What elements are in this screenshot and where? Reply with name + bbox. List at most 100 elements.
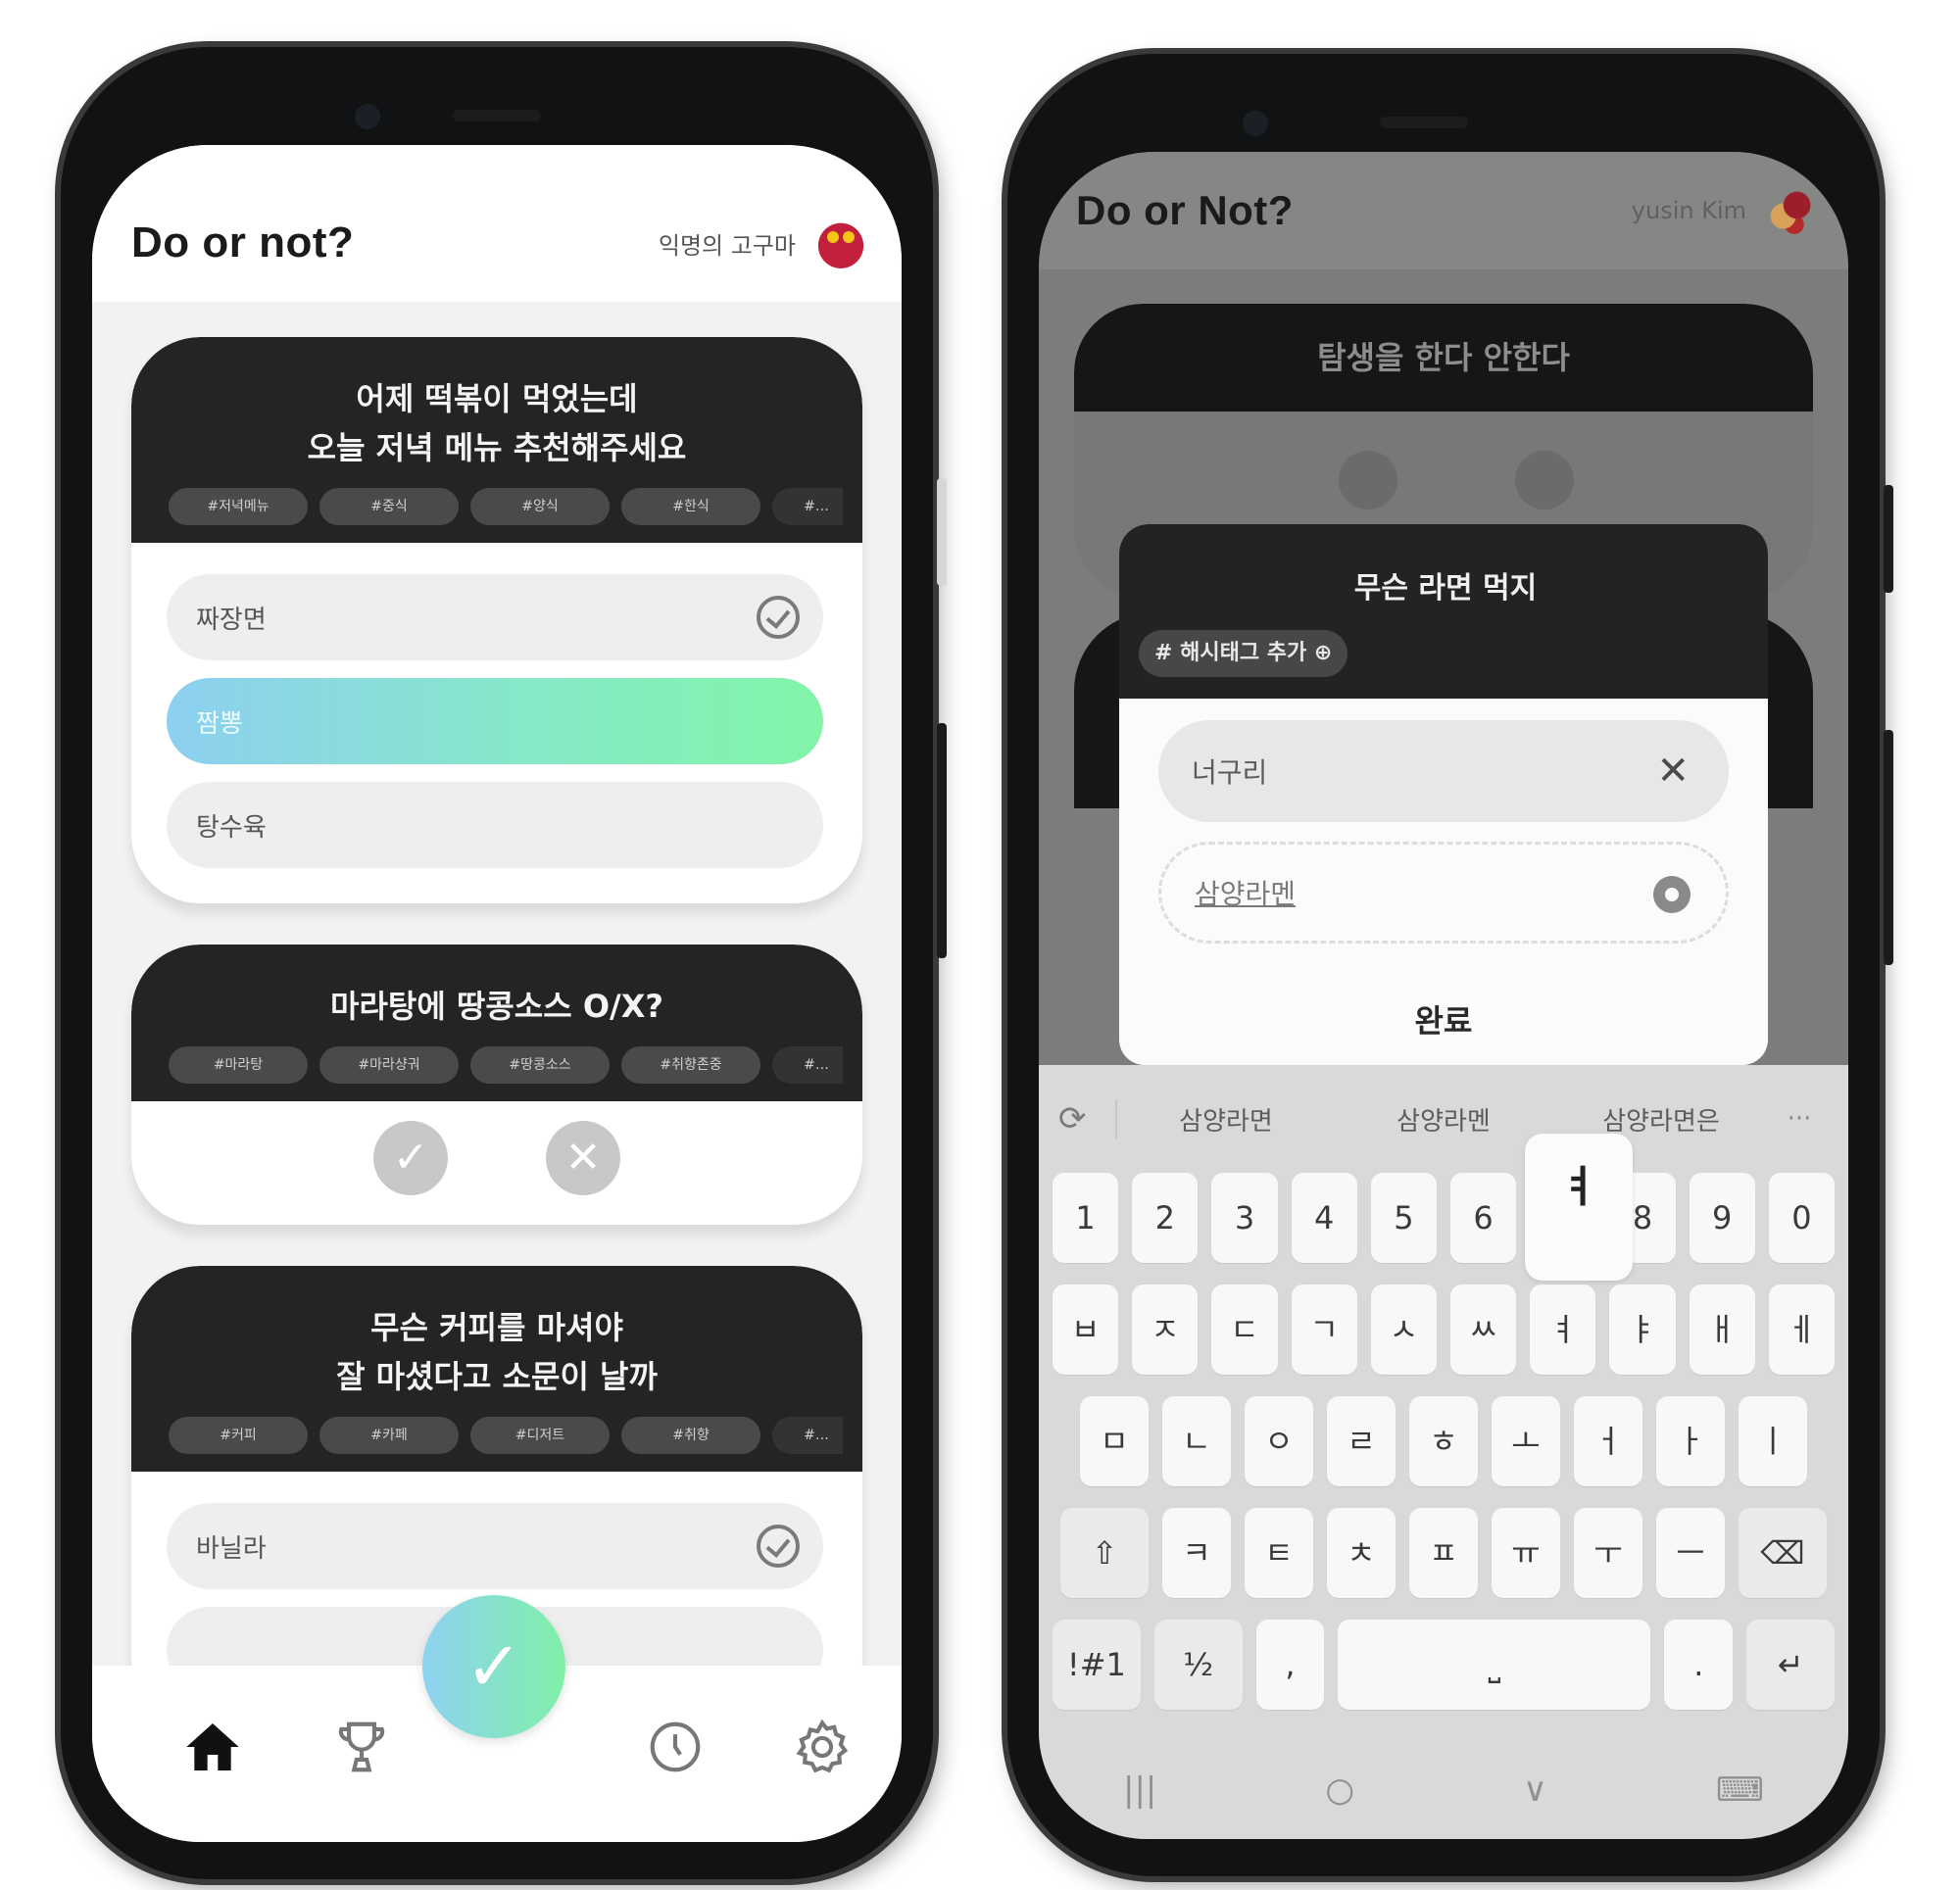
- keyboard-key[interactable]: 9: [1689, 1173, 1755, 1263]
- option-label: 짜장면: [196, 605, 267, 635]
- hashtag-chip[interactable]: #저녁메뉴: [169, 488, 308, 525]
- keyboard-key[interactable]: ㅂ: [1052, 1284, 1119, 1375]
- suggestion[interactable]: 삼양라멘: [1335, 1101, 1552, 1138]
- keyboard-key[interactable]: ㅊ: [1327, 1508, 1396, 1598]
- right-phone-frame: Do or Not? yusin Kim 탐생을 한다 안한다 무슨 라면 먹지…: [1007, 54, 1893, 1876]
- backspace-key[interactable]: ⌫: [1739, 1508, 1827, 1598]
- keyboard-key[interactable]: ㅗ: [1492, 1396, 1560, 1486]
- keyboard-key[interactable]: ㅅ: [1370, 1284, 1437, 1375]
- vote-yes-button[interactable]: ✓: [373, 1121, 448, 1195]
- nav-home[interactable]: [178, 1713, 247, 1781]
- nav-settings[interactable]: [788, 1713, 857, 1781]
- vote-option-selected[interactable]: 짬뽕: [167, 678, 823, 764]
- keyboard-key[interactable]: ㅈ: [1132, 1284, 1199, 1375]
- hashtag-chip[interactable]: #커피: [169, 1417, 308, 1454]
- keyboard-key[interactable]: .: [1664, 1620, 1734, 1710]
- back-chevron-icon[interactable]: ∨: [1523, 1770, 1547, 1810]
- keyboard-key[interactable]: ㅓ: [1574, 1396, 1642, 1486]
- recents-icon[interactable]: |||: [1123, 1770, 1156, 1810]
- hashtag-list[interactable]: #저녁메뉴 #중식 #양식 #한식 #…: [169, 488, 843, 525]
- user-name: 익명의 고구마: [658, 231, 796, 260]
- vote-feed[interactable]: 어제 떡볶이 먹었는데 오늘 저녁 메뉴 추천해주세요 #저녁메뉴 #중식 #양…: [92, 302, 902, 1685]
- vote-no-button[interactable]: ✕: [546, 1121, 620, 1195]
- keyboard-key[interactable]: ㅠ: [1492, 1508, 1560, 1598]
- front-camera: [1243, 111, 1268, 136]
- hashtag-chip[interactable]: #마라샹궈: [319, 1046, 459, 1084]
- hashtag-chip[interactable]: #…: [772, 488, 843, 525]
- option-input[interactable]: 너구리 ✕: [1158, 720, 1729, 822]
- user-profile: yusin Kim: [1632, 183, 1819, 238]
- refresh-icon[interactable]: ⟳: [1058, 1099, 1117, 1139]
- keyboard-key[interactable]: 5: [1370, 1173, 1437, 1263]
- gear-icon: [796, 1719, 849, 1773]
- create-vote-button[interactable]: ✓: [422, 1595, 565, 1738]
- keyboard-key[interactable]: ½: [1153, 1620, 1243, 1710]
- shift-key[interactable]: ⇧: [1060, 1508, 1149, 1598]
- more-icon[interactable]: ···: [1770, 1104, 1829, 1134]
- add-hashtag-button[interactable]: # 해시태그 추가 ⊕: [1139, 630, 1348, 677]
- suggestion[interactable]: 삼양라면은: [1552, 1101, 1770, 1138]
- keyboard-key[interactable]: ㅑ: [1609, 1284, 1676, 1375]
- keyboard-key[interactable]: ㅆ: [1450, 1284, 1517, 1375]
- keyboard-key[interactable]: ㅏ: [1656, 1396, 1725, 1486]
- hashtag-chip[interactable]: #땅콩소스: [470, 1046, 610, 1084]
- keyboard-key[interactable]: 4: [1291, 1173, 1357, 1263]
- hashtag-list[interactable]: #마라탕 #마라샹궈 #땅콩소스 #취향존중 #…: [169, 1046, 843, 1084]
- hashtag-chip[interactable]: #중식: [319, 488, 459, 525]
- hashtag-chip[interactable]: #디저트: [470, 1417, 610, 1454]
- keyboard-key[interactable]: 3: [1211, 1173, 1278, 1263]
- keyboard-key[interactable]: ㄷ: [1211, 1284, 1278, 1375]
- keyboard-key[interactable]: ㅔ: [1768, 1284, 1836, 1375]
- keyboard-key[interactable]: ㅜ: [1574, 1508, 1642, 1598]
- keyboard-key[interactable]: ㄹ: [1327, 1396, 1396, 1486]
- hashtag-chip[interactable]: #…: [772, 1046, 843, 1084]
- keyboard-key[interactable]: 1: [1052, 1173, 1119, 1263]
- card-question: 탐생을 한다 안한다: [1074, 304, 1813, 412]
- keyboard-icon[interactable]: ⌨: [1716, 1770, 1764, 1810]
- keyboard-row: ㅁㄴㅇㄹㅎㅗㅓㅏㅣ: [1053, 1396, 1835, 1486]
- suggestion[interactable]: 삼양라면: [1117, 1101, 1335, 1138]
- hashtag-chip[interactable]: #한식: [621, 488, 760, 525]
- home-circle-icon[interactable]: ○: [1325, 1770, 1354, 1810]
- hashtag-chip[interactable]: #취향: [621, 1417, 760, 1454]
- remove-option-icon[interactable]: ✕: [1656, 748, 1690, 795]
- hashtag-chip[interactable]: #양식: [470, 488, 610, 525]
- keyboard-key[interactable]: 6: [1450, 1173, 1517, 1263]
- done-button[interactable]: 완료: [1119, 996, 1768, 1042]
- keyboard-key[interactable]: ㅁ: [1080, 1396, 1149, 1486]
- keyboard-key[interactable]: ㅐ: [1689, 1284, 1755, 1375]
- keyboard-key[interactable]: ㅎ: [1409, 1396, 1478, 1486]
- keyboard-key[interactable]: !#1: [1053, 1620, 1141, 1710]
- avatar[interactable]: [813, 216, 868, 270]
- keyboard-key[interactable]: ㅌ: [1245, 1508, 1313, 1598]
- vote-option[interactable]: 바닐라: [167, 1503, 823, 1589]
- modal-title[interactable]: 무슨 라면 먹지: [1139, 563, 1752, 606]
- earpiece-speaker: [1380, 117, 1468, 128]
- hashtag-chip[interactable]: #취향존중: [621, 1046, 760, 1084]
- hashtag-list[interactable]: #커피 #카페 #디저트 #취향 #…: [169, 1417, 843, 1454]
- keyboard-key[interactable]: ㅋ: [1162, 1508, 1231, 1598]
- keyboard-key[interactable]: 0: [1768, 1173, 1836, 1263]
- new-option-input[interactable]: 삼양라멘: [1158, 842, 1729, 944]
- keyboard-key[interactable]: ㄱ: [1291, 1284, 1357, 1375]
- hashtag-chip[interactable]: #…: [772, 1417, 843, 1454]
- enter-key[interactable]: ↵: [1746, 1620, 1835, 1710]
- user-profile[interactable]: 익명의 고구마: [659, 216, 868, 270]
- keyboard-key[interactable]: ,: [1255, 1620, 1325, 1710]
- vote-option[interactable]: 짜장면: [167, 574, 823, 660]
- hashtag-chip[interactable]: #카페: [319, 1417, 459, 1454]
- keyboard-key[interactable]: ㅇ: [1245, 1396, 1313, 1486]
- keyboard-key[interactable]: ㅣ: [1739, 1396, 1807, 1486]
- keyboard-key[interactable]: 2: [1132, 1173, 1199, 1263]
- hashtag-chip[interactable]: #마라탕: [169, 1046, 308, 1084]
- nav-history[interactable]: [641, 1713, 710, 1781]
- vote-option[interactable]: 탕수육: [167, 782, 823, 868]
- keyboard-key[interactable]: ㅍ: [1409, 1508, 1478, 1598]
- keyboard-key[interactable]: ㅕ: [1530, 1284, 1596, 1375]
- add-option-icon[interactable]: [1653, 876, 1690, 913]
- nav-ranking[interactable]: [327, 1713, 396, 1781]
- keyboard-key[interactable]: ㄴ: [1162, 1396, 1231, 1486]
- keyboard-row: 1234567890: [1052, 1173, 1836, 1263]
- space-key[interactable]: ⎵: [1338, 1620, 1651, 1710]
- keyboard-key[interactable]: ㅡ: [1656, 1508, 1725, 1598]
